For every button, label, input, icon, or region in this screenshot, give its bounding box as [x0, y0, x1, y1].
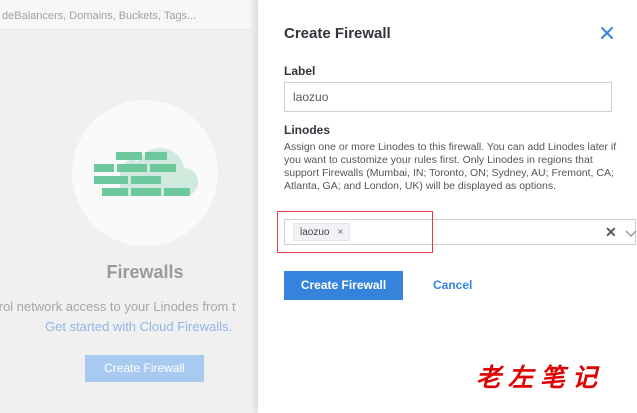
close-icon[interactable]	[596, 22, 618, 44]
create-firewall-drawer: Create Firewall Label Linodes Assign one…	[258, 0, 637, 413]
brick-wall-cloud-icon	[94, 148, 198, 196]
label-input[interactable]	[284, 82, 612, 112]
linodes-field-label: Linodes	[284, 123, 331, 137]
hero-illustration	[72, 100, 218, 246]
empty-state-title: Firewalls	[106, 262, 184, 282]
create-firewall-background-button[interactable]: Create Firewall	[85, 355, 204, 382]
linodes-help-text: Assign one or more Linodes to this firew…	[284, 141, 617, 192]
clear-selection-icon[interactable]: ✕	[605, 225, 617, 239]
get-started-link[interactable]: Get started with Cloud Firewalls.	[45, 319, 232, 334]
label-field-label: Label	[284, 64, 316, 78]
cancel-button[interactable]: Cancel	[433, 271, 472, 300]
search-placeholder: deBalancers, Domains, Buckets, Tags...	[2, 10, 197, 22]
highlight-box	[277, 211, 433, 253]
chevron-down-icon[interactable]	[624, 226, 637, 240]
watermark: 老左笔记	[476, 363, 605, 392]
empty-state-description: trol network access to your Linodes from…	[0, 299, 236, 314]
create-firewall-button[interactable]: Create Firewall	[284, 271, 403, 300]
drawer-title: Create Firewall	[284, 25, 391, 42]
search-bar[interactable]: deBalancers, Domains, Buckets, Tags...	[0, 0, 250, 30]
background-page: deBalancers, Domains, Buckets, Tags... F…	[0, 0, 258, 413]
